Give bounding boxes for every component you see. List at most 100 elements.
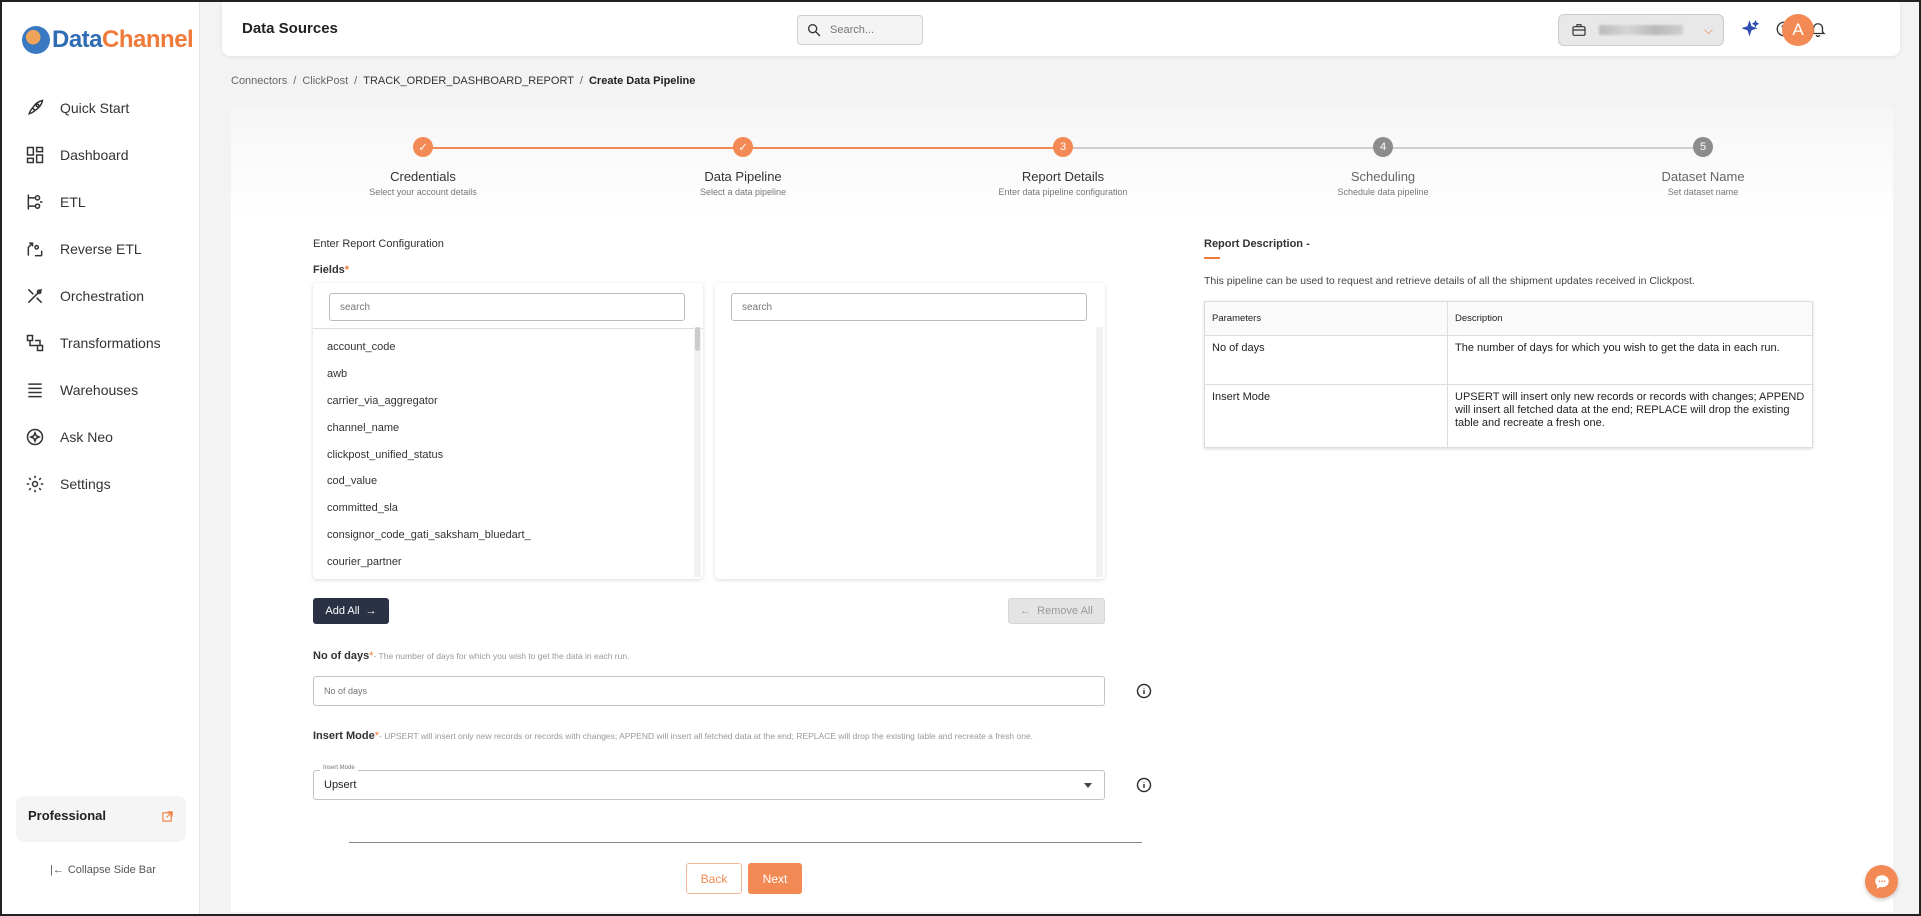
sidebar-item-dashboard[interactable]: Dashboard [2, 131, 200, 178]
sparkle-icon[interactable] [1741, 19, 1761, 39]
chevron-down-icon: ⌵ [1703, 23, 1713, 37]
step-report-details[interactable]: 3 Report Details Enter data pipeline con… [953, 137, 1173, 197]
insert-mode-select[interactable]: Insert Mode Upsert [313, 765, 1105, 800]
info-icon[interactable] [1136, 777, 1152, 793]
step-subtitle: Set dataset name [1667, 187, 1739, 197]
parameters-table: Parameters Description No of days The nu… [1204, 301, 1813, 448]
table-header-cell: Description [1447, 301, 1813, 336]
rocket-icon [24, 97, 46, 119]
selected-fields-search-input[interactable] [731, 293, 1087, 321]
list-item[interactable]: channel_name [327, 415, 531, 442]
warehouses-icon [24, 379, 46, 401]
plan-name: Professional [28, 808, 107, 823]
breadcrumb-connectors[interactable]: Connectors [231, 75, 287, 87]
collapse-sidebar-button[interactable]: |← Collapse Side Bar [50, 864, 156, 876]
sidebar-item-label: Reverse ETL [60, 240, 142, 257]
step-check-icon: ✓ [733, 137, 753, 157]
page-title: Data Sources [242, 20, 338, 37]
reverse-etl-icon [24, 238, 46, 260]
insert-mode-legend: Insert Mode [320, 765, 358, 771]
section-title: Enter Report Configuration [313, 238, 444, 250]
table-row: No of days The number of days for which … [1204, 335, 1813, 385]
sidebar-item-ask-neo[interactable]: Ask Neo [2, 413, 200, 460]
add-all-button[interactable]: Add All → [313, 598, 389, 624]
list-item[interactable]: carrier_via_aggregator [327, 388, 531, 415]
sidebar-item-label: Ask Neo [60, 428, 113, 445]
report-description-title: Report Description - [1204, 238, 1310, 250]
next-button[interactable]: Next [748, 863, 802, 894]
list-item[interactable]: consignor_code_gati_saksham_bluedart_ [327, 522, 531, 549]
breadcrumb-report[interactable]: TRACK_ORDER_DASHBOARD_REPORT [363, 75, 574, 87]
ask-neo-icon [24, 426, 46, 448]
briefcase-icon [1572, 24, 1586, 36]
avatar-initial: A [1792, 20, 1804, 39]
sidebar-item-orchestration[interactable]: Orchestration [2, 272, 200, 319]
sidebar-item-warehouses[interactable]: Warehouses [2, 366, 200, 413]
avatar[interactable]: A [1782, 14, 1814, 46]
fields-label: Fields* [313, 264, 350, 276]
step-subtitle: Select your account details [369, 187, 477, 197]
list-item[interactable]: courier_partner [327, 549, 531, 576]
report-description-text: This pipeline can be used to request and… [1204, 275, 1695, 287]
search-input[interactable] [830, 24, 910, 36]
orchestration-icon [24, 285, 46, 307]
workspace-selector[interactable]: ⌵ [1558, 14, 1724, 46]
step-title: Dataset Name [1661, 169, 1745, 184]
table-header-row: Parameters Description [1204, 301, 1813, 336]
sidebar-item-reverse-etl[interactable]: Reverse ETL [2, 225, 200, 272]
logo[interactable]: DataChannel [22, 26, 194, 54]
plan-card: Professional [16, 796, 186, 842]
step-credentials[interactable]: ✓ Credentials Select your account detail… [313, 137, 533, 197]
step-title: Scheduling [1350, 169, 1416, 184]
step-scheduling[interactable]: 4 Scheduling Schedule data pipeline [1273, 137, 1493, 197]
sidebar-item-label: Dashboard [60, 146, 129, 163]
no-of-days-field[interactable] [313, 676, 1105, 706]
step-dataset-name[interactable]: 5 Dataset Name Set dataset name [1593, 137, 1813, 197]
chat-button[interactable] [1865, 865, 1898, 898]
step-check-icon: ✓ [413, 137, 433, 157]
step-title: Report Details [1021, 169, 1105, 184]
list-item[interactable]: clickpost_unified_status [327, 442, 531, 469]
dropdown-arrow-icon [1084, 783, 1092, 788]
list-item[interactable]: awb [327, 361, 531, 388]
main-card: ✓ Credentials Select your account detail… [231, 107, 1893, 912]
available-fields-search-input[interactable] [329, 293, 685, 321]
collapse-icon: |← [50, 864, 64, 876]
remove-all-button[interactable]: ← Remove All [1008, 598, 1105, 624]
table-header-cell: Parameters [1204, 301, 1448, 336]
step-data-pipeline[interactable]: ✓ Data Pipeline Select a data pipeline [633, 137, 853, 197]
step-number: 5 [1693, 137, 1713, 157]
table-cell-param: No of days [1204, 335, 1448, 385]
sidebar-item-quick-start[interactable]: Quick Start [2, 84, 200, 131]
info-icon[interactable] [1136, 683, 1152, 699]
sidebar-item-settings[interactable]: Settings [2, 460, 200, 507]
list-item[interactable]: committed_sla [327, 495, 531, 522]
sidebar-item-transformations[interactable]: Transformations [2, 319, 200, 366]
chat-icon [1874, 874, 1889, 889]
back-button[interactable]: Back [686, 863, 742, 894]
search-icon [808, 23, 821, 37]
list-item[interactable]: account_code [327, 334, 531, 361]
selected-fields-list [715, 283, 1105, 579]
global-search[interactable] [797, 15, 923, 45]
stepper: ✓ Credentials Select your account detail… [231, 107, 1893, 207]
sidebar-item-label: Orchestration [60, 287, 145, 304]
breadcrumb-separator: / [579, 75, 583, 87]
scrollbar-track[interactable] [1096, 327, 1103, 577]
sidebar-item-label: Quick Start [60, 99, 130, 116]
scrollbar-track[interactable] [694, 327, 701, 577]
title-underline [1204, 257, 1220, 259]
list-item[interactable]: cod_value [327, 468, 531, 495]
sidebar-item-label: Settings [60, 475, 111, 492]
sidebar-item-etl[interactable]: ETL [2, 178, 200, 225]
logo-text: DataChannel [52, 26, 194, 53]
scrollbar-thumb[interactable] [695, 327, 700, 351]
external-link-icon[interactable] [162, 811, 174, 823]
table-cell-desc: UPSERT will insert only new records or r… [1447, 384, 1813, 448]
divider [349, 842, 1142, 843]
collapse-label: Collapse Side Bar [67, 864, 156, 876]
step-subtitle: Schedule data pipeline [1337, 187, 1429, 197]
sidebar-item-label: ETL [60, 193, 86, 210]
breadcrumb-clickpost[interactable]: ClickPost [302, 75, 348, 87]
step-subtitle: Enter data pipeline configuration [998, 187, 1128, 197]
